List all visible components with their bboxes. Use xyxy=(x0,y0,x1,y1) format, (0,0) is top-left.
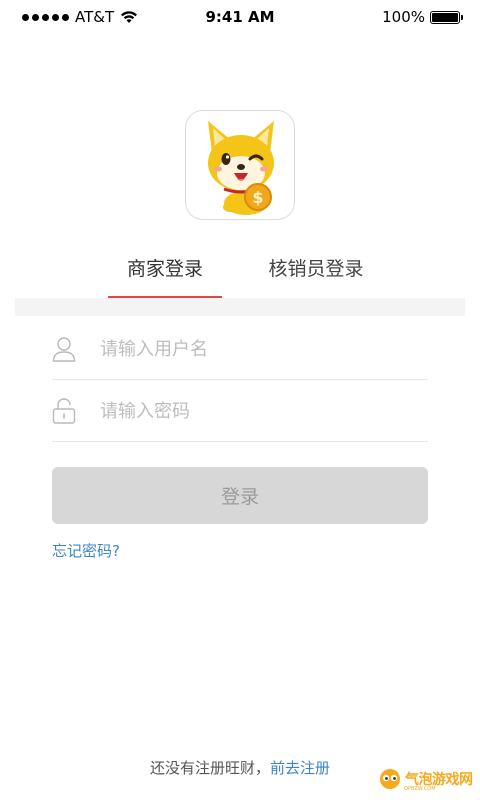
password-input[interactable] xyxy=(100,392,420,430)
watermark-subtext: QPBZW.COM xyxy=(404,786,436,792)
status-bar: AT&T 9:41 AM 100% xyxy=(0,0,480,34)
password-row xyxy=(52,380,428,442)
battery-icon xyxy=(430,10,463,24)
user-icon xyxy=(52,337,76,362)
tab-merchant-login[interactable]: 商家登录 xyxy=(108,250,222,298)
section-divider xyxy=(15,298,465,316)
watermark-logo-icon xyxy=(380,769,400,789)
login-tabs: 商家登录 核销员登录 xyxy=(0,250,480,298)
app-logo: $ xyxy=(185,110,295,220)
login-button[interactable]: 登录 xyxy=(52,467,428,524)
lock-icon xyxy=(52,398,76,424)
register-prompt-text: 还没有注册旺财， xyxy=(149,759,270,777)
register-link[interactable]: 前去注册 xyxy=(270,759,330,777)
forgot-password-link[interactable]: 忘记密码? xyxy=(52,540,120,561)
status-right: 100% xyxy=(382,8,463,26)
watermark: 气泡游戏网 QPBZW.COM xyxy=(378,768,473,792)
tab-verifier-login[interactable]: 核销员登录 xyxy=(256,250,376,298)
username-input[interactable] xyxy=(100,330,420,368)
shiba-dog-mascot-icon: $ xyxy=(208,121,274,215)
battery-percent: 100% xyxy=(382,8,425,26)
svg-text:$: $ xyxy=(252,188,263,207)
username-row xyxy=(52,318,428,380)
